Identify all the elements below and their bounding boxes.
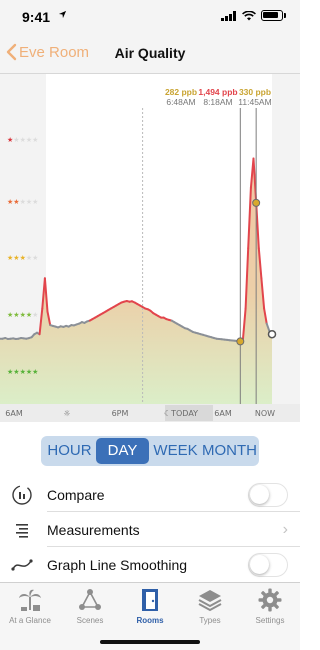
segment-day[interactable]: DAY <box>96 438 149 464</box>
marker-value-label: 282 ppb <box>165 87 197 97</box>
status-icons <box>221 10 286 21</box>
battery-icon <box>261 10 283 21</box>
status-time: 9:41 <box>22 9 51 25</box>
segment-month[interactable]: MONTH <box>202 438 257 464</box>
rating-stars-label: ★★★★★ <box>7 311 38 319</box>
tab-settings[interactable]: Settings <box>240 583 300 650</box>
compare-row[interactable]: Compare <box>0 477 300 512</box>
tab-label: Rooms <box>136 616 164 625</box>
palm-tree-icon <box>17 588 43 612</box>
signal-icon <box>221 10 236 21</box>
marker-value-label: 330 ppb <box>239 87 271 97</box>
home-indicator <box>100 640 200 644</box>
gear-icon <box>257 588 283 612</box>
status-bar: 9:41 <box>0 0 300 34</box>
marker-point <box>252 198 261 207</box>
tab-label: At a Glance <box>9 616 51 625</box>
x-tick-label: 6AM <box>5 409 23 418</box>
marker-time-label: 8:18AM <box>203 97 232 107</box>
marker-time-label: 11:45AM <box>238 97 271 107</box>
door-icon <box>137 588 163 612</box>
marker-value-label: 1,494 ppb <box>198 87 237 97</box>
graph-smoothing-row[interactable]: Graph Line Smoothing <box>0 547 300 582</box>
list-icon <box>10 518 34 542</box>
tab-label: Settings <box>255 616 285 625</box>
current-value-point <box>267 329 277 339</box>
compare-icon <box>10 483 34 507</box>
marker-point <box>236 337 245 346</box>
page-title: Air Quality <box>114 45 186 61</box>
x-tick-label: ☾TODAY <box>164 409 198 418</box>
x-tick-label: NOW <box>255 409 275 418</box>
marker-time-label: 6:48AM <box>166 97 195 107</box>
rating-stars-label: ★★★★★ <box>7 254 38 262</box>
compare-toggle[interactable] <box>248 482 288 507</box>
tab-label: Scenes <box>76 616 104 625</box>
compare-label: Compare <box>47 486 105 503</box>
tab-at-a-glance[interactable]: At a Glance <box>0 583 60 650</box>
air-quality-chart[interactable]: 282 ppb 6:48AM 1,494 ppb 8:18AM 330 ppb 11:45… <box>0 74 300 422</box>
x-tick-label: ☼ <box>63 409 70 418</box>
segment-week[interactable]: WEEK <box>149 438 202 464</box>
graph-smoothing-label: Graph Line Smoothing <box>47 556 188 573</box>
chart-svg: 282 ppb6:48AM1,494 ppb8:18AM 330 ppb11:45… <box>0 74 300 422</box>
scenes-icon <box>77 588 103 612</box>
measurements-label: Measurements <box>47 521 140 538</box>
chevron-right-icon: › <box>282 520 288 538</box>
rating-stars-label: ★★★★★ <box>7 198 38 206</box>
x-tick-label: 6PM <box>112 409 129 418</box>
time-range-segmented-control: HOUR DAY WEEK MONTH <box>41 436 259 466</box>
rating-stars-label: ★★★★★ <box>7 136 38 144</box>
navigation-bar: Eve Room Air Quality <box>0 34 300 74</box>
curve-icon <box>10 553 34 577</box>
layers-icon <box>197 588 223 612</box>
segment-hour[interactable]: HOUR <box>43 438 96 464</box>
location-arrow-icon <box>58 10 67 22</box>
measurements-row[interactable]: Measurements › <box>0 512 300 547</box>
graph-smoothing-toggle[interactable] <box>248 552 288 577</box>
tab-label: Types <box>199 616 221 625</box>
x-tick-label: 6AM <box>214 409 232 418</box>
rating-stars-label: ★★★★★ <box>7 368 38 376</box>
wifi-icon <box>242 10 256 20</box>
